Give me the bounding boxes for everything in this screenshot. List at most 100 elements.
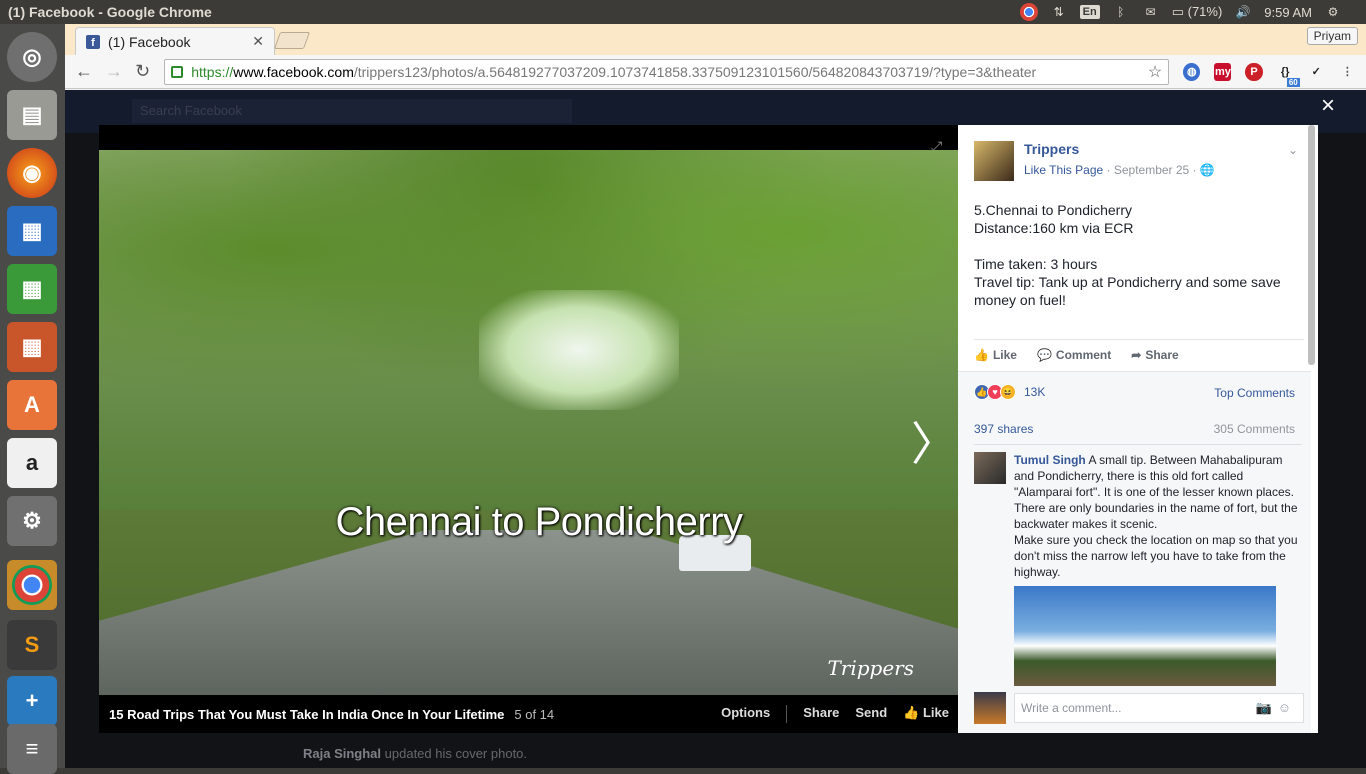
workspace-switcher-icon[interactable]: +	[7, 676, 57, 726]
battery-indicator[interactable]: ▭ (71%)	[1172, 4, 1223, 20]
software-center-icon[interactable]: A	[7, 380, 57, 430]
system-tray: ⇅ En ᛒ ✉ ▭ (71%) 🔊 9:59 AM ⚙	[1019, 3, 1366, 21]
impress-icon[interactable]: ▦	[7, 322, 57, 372]
forward-icon[interactable]: →	[105, 61, 123, 82]
photo-image[interactable]: Chennai to Pondicherry Trippers 〉	[99, 150, 959, 695]
unity-launcher: ◎ ▤ ◉ ▦ ▦ ▦ A a ⚙ S + ≡	[0, 24, 65, 774]
close-tab-icon[interactable]: ✕	[252, 33, 264, 50]
options-button[interactable]: Options	[721, 705, 770, 723]
chrome-launcher-icon[interactable]	[7, 560, 57, 610]
tab-title: (1) Facebook	[108, 33, 191, 50]
post-date[interactable]: · September 25 ·	[1107, 163, 1197, 177]
settings-gear-icon[interactable]: ⚙	[1324, 4, 1342, 20]
calc-icon[interactable]: ▦	[7, 264, 57, 314]
secure-lock-icon	[171, 65, 184, 78]
writer-icon[interactable]: ▦	[7, 206, 57, 256]
user-avatar	[974, 692, 1006, 724]
pinterest-extension-icon[interactable]: P	[1245, 62, 1263, 81]
comment-item: Tumul Singh A small tip. Between Mahabal…	[974, 452, 1302, 580]
post-side-panel: Trippers Like This Page · September 25 ·…	[958, 125, 1318, 733]
panel-scrollbar[interactable]	[1308, 125, 1315, 365]
json-extension-icon[interactable]: {} 60	[1277, 63, 1300, 87]
photo-counter: 5 of 14	[514, 706, 555, 722]
clock[interactable]: 9:59 AM	[1264, 5, 1312, 20]
profile-button[interactable]: Priyam	[1306, 27, 1358, 45]
battery-icon: ▭	[1171, 4, 1184, 19]
share-button[interactable]: ➦ Share	[1131, 348, 1178, 362]
camera-icon[interactable]: 📷	[1256, 700, 1278, 715]
photo-stage: ⤢ Chennai to Pondicherry Trippers 〉 15 R…	[99, 125, 959, 733]
amazon-icon[interactable]: a	[7, 438, 57, 488]
browser-toolbar: ← → ↻ https://www.facebook.com/trippers1…	[65, 55, 1366, 89]
photo-overlay-text: Chennai to Pondicherry	[335, 500, 743, 544]
close-theater-icon[interactable]: ×	[1321, 92, 1335, 120]
url-path: /trippers123/photos/a.564819277037209.10…	[353, 63, 1037, 80]
reactions-and-comments: 👍 ♥ 😆 13K Top Comments 397 shares 305 Co…	[958, 371, 1311, 733]
bluetooth-icon[interactable]: ᛒ	[1112, 4, 1130, 20]
mail-icon[interactable]: ✉	[1142, 4, 1160, 20]
commenter-avatar[interactable]	[974, 452, 1006, 484]
like-thumb-icon: 👍	[974, 348, 989, 362]
facebook-favicon-icon: f	[86, 34, 100, 49]
firefox-icon[interactable]: ◉	[7, 148, 57, 198]
photo-actions: Options Share Send 👍 Like	[721, 705, 949, 723]
post-action-row: 👍 Like 💬 Comment ➦ Share	[974, 339, 1304, 362]
tab-facebook[interactable]: f (1) Facebook ✕	[75, 27, 275, 55]
haha-reaction-icon: 😆	[1000, 384, 1016, 400]
comment-body: Tumul Singh A small tip. Between Mahabal…	[1014, 452, 1302, 580]
network-icon[interactable]: ⇅	[1050, 4, 1068, 20]
keyboard-layout-indicator[interactable]: En	[1079, 5, 1100, 19]
page-name[interactable]: Trippers	[1024, 141, 1215, 157]
like-button[interactable]: 👍 Like	[974, 348, 1017, 362]
system-settings-icon[interactable]: ⚙	[7, 496, 57, 546]
battery-percent: (71%)	[1187, 4, 1223, 19]
extension-badge: 60	[1286, 77, 1300, 87]
trash-icon[interactable]: ≡	[7, 724, 57, 774]
comment-button[interactable]: 💬 Comment	[1037, 348, 1111, 362]
like-page-link[interactable]: Like This Page	[1024, 163, 1103, 177]
share-label: Share	[1145, 348, 1179, 362]
reaction-count: 13K	[1024, 385, 1046, 399]
comment-image[interactable]	[1014, 586, 1276, 686]
sky-opening	[479, 290, 679, 410]
os-top-bar: (1) Facebook - Google Chrome ⇅ En ᛒ ✉ ▭ …	[0, 0, 1366, 24]
volume-icon[interactable]: 🔊	[1234, 4, 1252, 20]
chrome-window: f (1) Facebook ✕ Priyam ← → ↻ https://ww…	[65, 24, 1366, 768]
write-comment-input[interactable]: Write a comment... 📷☺	[1014, 693, 1304, 723]
send-button[interactable]: Send	[855, 705, 887, 723]
thumbs-up-icon: 👍	[903, 705, 920, 720]
post-header: Trippers Like This Page · September 25 ·…	[974, 141, 1215, 181]
sublime-text-icon[interactable]: S	[7, 620, 57, 670]
next-photo-icon[interactable]: 〉	[911, 408, 957, 474]
emoji-icon[interactable]: ☺	[1278, 700, 1297, 715]
comment-bubble-icon: 💬	[1036, 348, 1052, 362]
page-avatar[interactable]	[974, 141, 1014, 181]
divider	[974, 444, 1302, 445]
write-comment-row: Write a comment... 📷☺	[974, 692, 1304, 724]
checkmark-extension-icon[interactable]: ✓	[1308, 63, 1325, 81]
myntra-extension-icon[interactable]: my	[1214, 62, 1232, 81]
chrome-icon[interactable]	[1019, 3, 1038, 21]
menu-icon[interactable]: ⋮	[1339, 63, 1356, 81]
album-title[interactable]: 15 Road Trips That You Must Take In Indi…	[109, 707, 504, 722]
commenter-name[interactable]: Tumul Singh	[1014, 453, 1086, 467]
photo-share-button[interactable]: Share	[803, 705, 839, 723]
globe-extension-icon[interactable]: ◍	[1183, 62, 1201, 81]
reaction-summary[interactable]: 👍 ♥ 😆 13K	[974, 384, 1045, 400]
bookmark-star-icon[interactable]: ☆	[1148, 62, 1162, 82]
url-scheme: https://	[191, 63, 234, 80]
new-tab-button[interactable]	[273, 32, 311, 49]
ubuntu-dash-icon[interactable]: ◎	[7, 32, 57, 82]
back-icon[interactable]: ←	[75, 61, 93, 82]
shares-count[interactable]: 397 shares	[974, 422, 1033, 436]
post-menu-chevron-icon[interactable]: ⌄	[1288, 143, 1298, 157]
watermark: Trippers	[827, 656, 914, 680]
address-bar[interactable]: https://www.facebook.com/trippers123/pho…	[164, 58, 1170, 85]
reload-icon[interactable]: ↻	[135, 61, 150, 82]
url-host: www.facebook.com	[233, 63, 354, 80]
top-comments-dropdown[interactable]: Top Comments	[1214, 386, 1295, 400]
files-icon[interactable]: ▤	[7, 90, 57, 140]
comments-count: 305 Comments	[1213, 422, 1295, 436]
comment-text: A small tip. Between Mahabalipuram and P…	[1014, 453, 1298, 579]
photo-like-button[interactable]: 👍 Like	[903, 705, 949, 723]
